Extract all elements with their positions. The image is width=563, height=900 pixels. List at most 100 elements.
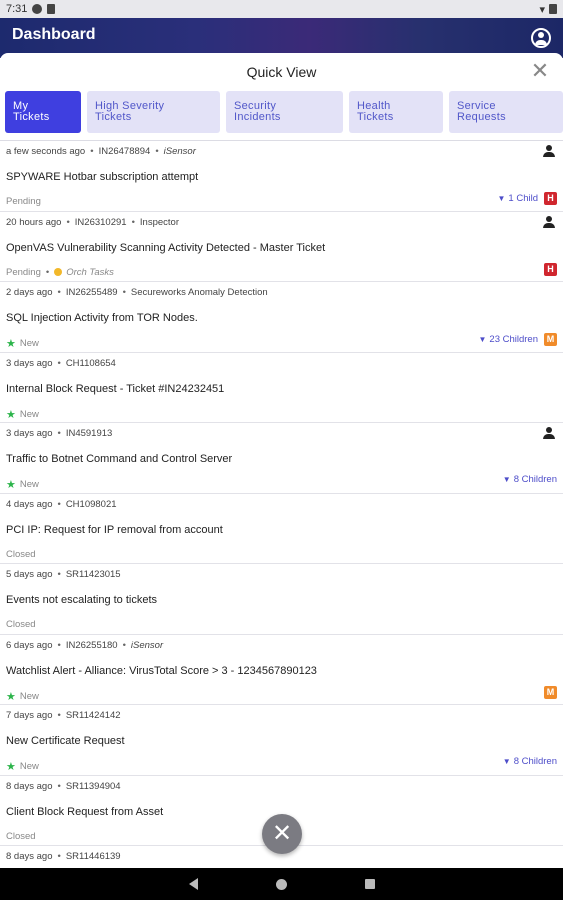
ticket-status: Pending • Orch Tasks bbox=[6, 266, 114, 278]
tab-label-line2: Requests bbox=[457, 111, 506, 123]
children-toggle[interactable]: ▼ 8 Children bbox=[503, 756, 557, 767]
assigned-user-icon bbox=[543, 427, 555, 439]
ticket-status: Closed bbox=[6, 619, 36, 630]
ticket-status-label: Closed bbox=[6, 830, 36, 842]
ticket-meta: a few seconds ago • IN26478894 • iSensor bbox=[6, 146, 196, 157]
back-icon[interactable] bbox=[188, 878, 198, 890]
ticket-source: Inspector bbox=[139, 216, 179, 228]
ticket-id: CH1098021 bbox=[65, 498, 117, 510]
ticket-status-label: New bbox=[19, 761, 39, 772]
star-icon: ★ bbox=[6, 479, 16, 491]
app-title: Dashboard bbox=[12, 26, 96, 43]
children-count: 23 Children bbox=[489, 334, 538, 345]
tab-health-tickets[interactable]: Health Tickets bbox=[349, 91, 443, 133]
ticket-meta: 20 hours ago • IN26310291 • Inspector bbox=[6, 216, 179, 228]
ticket-indicators: M bbox=[544, 685, 557, 699]
chevron-down-icon: ▼ bbox=[497, 194, 506, 203]
ticket-age: a few seconds ago bbox=[6, 146, 86, 157]
ticket-subject: Watchlist Alert - Alliance: VirusTotal S… bbox=[6, 664, 317, 677]
ticket-status-label: New bbox=[19, 408, 39, 420]
account-circle-icon[interactable] bbox=[531, 28, 551, 48]
ticket-status-label: Closed bbox=[6, 548, 36, 560]
tab-high-severity-tickets[interactable]: High Severity Tickets bbox=[87, 91, 220, 133]
ticket-status-label: New bbox=[19, 338, 39, 349]
app-bar: Dashboard bbox=[0, 18, 563, 58]
ticket-row[interactable]: 4 days ago • CH1098021 PCI IP: Request for … bbox=[0, 494, 563, 564]
ticket-id: SR11423015 bbox=[65, 569, 121, 580]
severity-badge: M bbox=[544, 685, 557, 699]
ticket-status: ★ New bbox=[6, 760, 39, 773]
ticket-meta: 5 days ago • SR11423015 bbox=[6, 569, 121, 580]
ticket-status: ★ New bbox=[6, 408, 39, 421]
tab-label-line2: Tickets bbox=[95, 111, 132, 123]
chevron-down-icon: ▼ bbox=[502, 757, 511, 766]
ticket-meta: 4 days ago • CH1098021 bbox=[6, 498, 117, 510]
ticket-subject: OpenVAS Vulnerability Scanning Activity … bbox=[6, 241, 326, 254]
ticket-source: iSensor bbox=[130, 639, 164, 651]
ticket-age: 8 days ago bbox=[6, 851, 53, 862]
tab-service-requests[interactable]: Service Requests bbox=[449, 91, 563, 133]
ticket-status: ★ New bbox=[6, 690, 39, 703]
ticket-status-label: New bbox=[19, 479, 39, 490]
ticket-meta: 6 days ago • IN26255180 • iSensor bbox=[6, 639, 164, 651]
chevron-down-icon: ▼ bbox=[478, 335, 487, 344]
ticket-age: 6 days ago bbox=[6, 639, 53, 651]
ticket-age: 4 days ago bbox=[6, 498, 53, 510]
tab-label-line2: Incidents bbox=[234, 111, 281, 123]
ticket-row[interactable]: a few seconds ago • IN26478894 • iSensor SPYW… bbox=[0, 141, 563, 212]
chevron-down-icon: ▼ bbox=[502, 475, 511, 484]
ticket-id: IN26255180 bbox=[65, 639, 118, 651]
star-icon: ★ bbox=[6, 690, 16, 703]
ticket-id: IN26478894 bbox=[98, 146, 151, 157]
ticket-age: 2 days ago bbox=[6, 287, 53, 298]
ticket-subject: Traffic to Botnet Command and Control Se… bbox=[6, 453, 233, 465]
sheet-title: Quick View bbox=[246, 64, 317, 80]
ticket-subject: SPYWARE Hotbar subscription attempt bbox=[6, 171, 199, 183]
ticket-id: CH1108654 bbox=[65, 357, 116, 369]
ticket-subject: New Certificate Request bbox=[6, 735, 125, 747]
ticket-row[interactable]: 6 days ago • IN26255180 • iSensor Watchlist A… bbox=[0, 635, 563, 705]
close-icon[interactable]: ✕ bbox=[529, 60, 551, 83]
ticket-row[interactable]: 3 days ago • CH1108654 Internal Block Reque… bbox=[0, 353, 563, 423]
ticket-id: SR11394904 bbox=[65, 780, 121, 792]
close-icon: ✕ bbox=[271, 820, 293, 847]
ticket-row[interactable]: 7 days ago • SR11424142 New Certificate Req… bbox=[0, 705, 563, 776]
severity-badge: M bbox=[544, 333, 557, 346]
wifi-icon: ▾ bbox=[539, 3, 545, 16]
ticket-meta: 3 days ago • IN4591913 bbox=[6, 428, 113, 439]
ticket-source: Secureworks Anomaly Detection bbox=[130, 287, 268, 298]
ticket-row[interactable]: 20 hours ago • IN26310291 • Inspector OpenVAS… bbox=[0, 212, 563, 282]
star-icon: ★ bbox=[6, 761, 16, 773]
ticket-row[interactable]: 3 days ago • IN4591913 Traffic to Botnet Co… bbox=[0, 423, 563, 494]
ticket-id: SR11446139 bbox=[65, 851, 121, 862]
close-fab-button[interactable]: ✕ bbox=[262, 814, 302, 854]
ticket-indicators: H bbox=[544, 262, 557, 276]
ticket-age: 3 days ago bbox=[6, 428, 53, 439]
ticket-subject: Internal Block Request - Ticket #IN24232… bbox=[6, 382, 225, 395]
ticket-id: SR11424142 bbox=[65, 710, 121, 721]
ticket-meta: 8 days ago • SR11446139 bbox=[6, 851, 121, 862]
battery-icon bbox=[549, 4, 557, 14]
ticket-id: IN26310291 bbox=[74, 216, 127, 228]
home-icon[interactable] bbox=[275, 878, 287, 890]
ticket-status-label: New bbox=[19, 690, 39, 702]
ticket-row[interactable]: 2 days ago • IN26255489 • Secureworks Anomal… bbox=[0, 282, 563, 353]
status-time: 7:31 bbox=[6, 3, 28, 15]
ticket-subject: Events not escalating to tickets bbox=[6, 594, 158, 606]
sim-icon bbox=[47, 4, 56, 14]
ticket-list: a few seconds ago • IN26478894 • iSensor SPYW… bbox=[0, 140, 563, 868]
tab-security-incidents[interactable]: Security Incidents bbox=[226, 91, 343, 133]
notification-icon bbox=[32, 4, 43, 14]
children-count: 8 Children bbox=[513, 474, 557, 485]
children-toggle[interactable]: ▼ 1 Child bbox=[498, 193, 539, 204]
tab-my-tickets[interactable]: My Tickets bbox=[5, 91, 81, 133]
children-toggle[interactable]: ▼ 8 Children bbox=[503, 474, 557, 485]
children-toggle[interactable]: ▼ 23 Children bbox=[478, 334, 538, 345]
ticket-meta: 7 days ago • SR11424142 bbox=[6, 710, 121, 721]
recents-icon[interactable] bbox=[364, 879, 375, 889]
ticket-status: ★ New bbox=[6, 478, 39, 491]
severity-badge: H bbox=[544, 192, 557, 205]
ticket-row[interactable]: 5 days ago • SR11423015 Events not escalati… bbox=[0, 564, 563, 635]
orch-tasks-label: Orch Tasks bbox=[66, 266, 114, 278]
assigned-user-icon bbox=[543, 145, 555, 157]
